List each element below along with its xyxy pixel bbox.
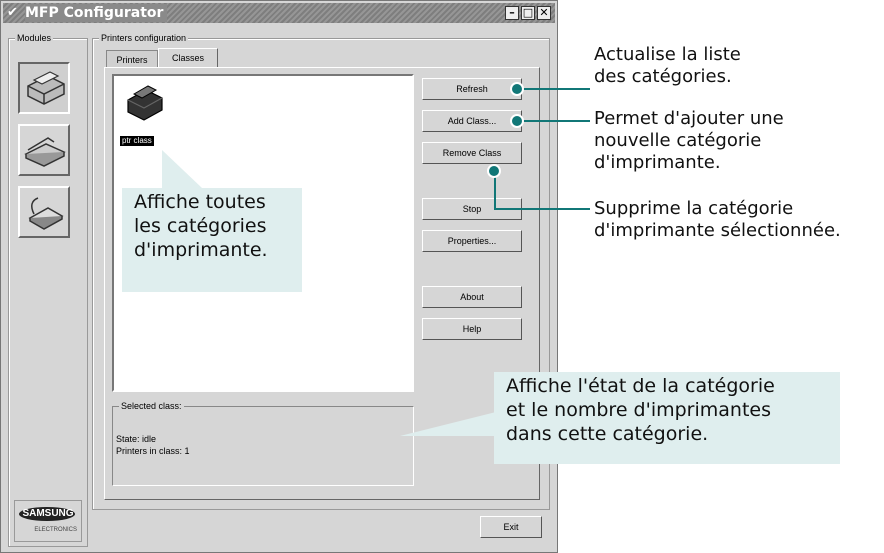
title-bar[interactable]: ✔ MFP Configurator – □ ✕ [3, 3, 555, 23]
brand-subtext: ELECTRONICS [34, 527, 77, 533]
add-class-button[interactable]: Add Class... [422, 110, 522, 132]
remove-pointer-dot [487, 164, 501, 178]
brand-logo-box: SAMSUNG ELECTRONICS [14, 500, 82, 542]
printer-class-icon [127, 85, 163, 121]
tab-printers[interactable]: Printers [106, 50, 158, 68]
minimize-button[interactable]: – [505, 6, 519, 20]
printer-icon [27, 71, 65, 105]
remove-class-button[interactable]: Remove Class [422, 142, 522, 164]
refresh-pointer-dot [510, 82, 524, 96]
window-title: MFP Configurator [25, 4, 168, 22]
status-callout-pointer [400, 412, 496, 436]
printer-module-button[interactable] [18, 62, 70, 114]
maximize-button[interactable]: □ [521, 6, 535, 20]
add-pointer-line [518, 120, 590, 122]
refresh-pointer-line [518, 88, 590, 90]
port-icon [28, 197, 64, 230]
brand-logo-text: SAMSUNG [22, 508, 74, 519]
about-button[interactable]: About [422, 286, 522, 308]
add-pointer-dot [510, 114, 524, 128]
remove-note: Supprime la catégorie d'imprimante sélec… [594, 198, 841, 241]
exit-button[interactable]: Exit [480, 516, 542, 538]
port-module-button[interactable] [18, 186, 70, 238]
modules-label: Modules [15, 32, 54, 44]
help-button[interactable]: Help [422, 318, 522, 340]
tab-classes[interactable]: Classes [158, 48, 218, 68]
status-note: Affiche l'état de la catégorie et le nom… [506, 375, 775, 445]
printers-in-class-text: Printers in class: 1 [116, 446, 190, 456]
refresh-note: Actualise la liste des catégories. [594, 44, 741, 87]
list-callout-pointer [162, 150, 202, 188]
add-note: Permet d'ajouter une nouvelle catégorie … [594, 108, 784, 173]
printers-configuration-label: Printers configuration [99, 32, 189, 44]
remove-pointer-hline [494, 208, 590, 210]
selected-class-label: Selected class: [119, 400, 184, 412]
window-menu-icon[interactable]: ✔ [7, 4, 18, 22]
class-state-text: State: idle [116, 434, 157, 444]
close-button[interactable]: ✕ [537, 6, 551, 20]
scanner-module-button[interactable] [18, 124, 70, 176]
list-note: Affiche toutes les catégories d'impriman… [134, 191, 268, 261]
properties-button[interactable]: Properties... [422, 230, 522, 252]
class-list-item[interactable]: ptr class [118, 80, 172, 152]
scanner-icon [24, 137, 66, 167]
class-name-label: ptr class [120, 136, 154, 146]
refresh-button[interactable]: Refresh [422, 78, 522, 100]
